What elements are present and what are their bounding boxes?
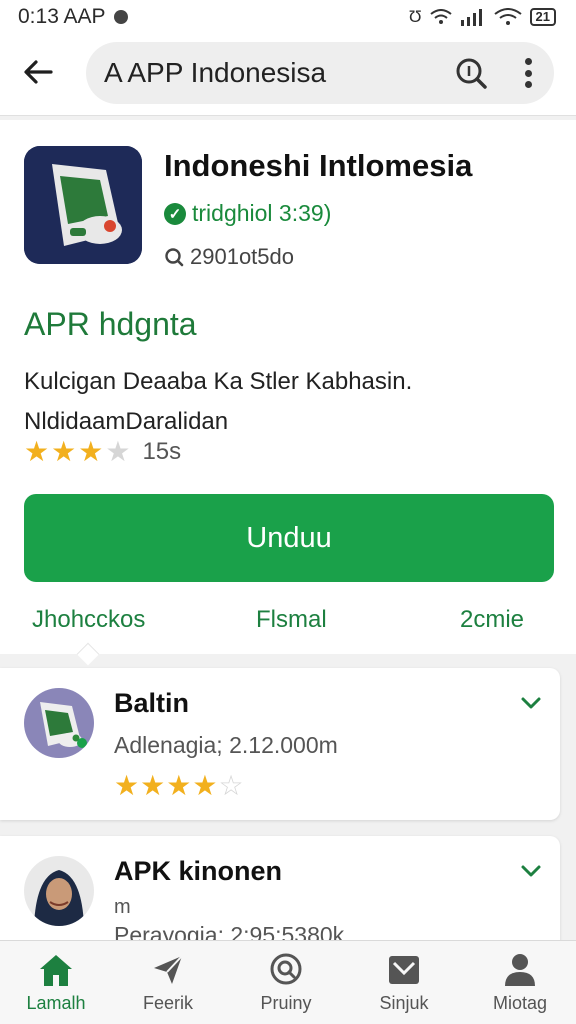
verified-row: ✓ tridghiol 3:39): [164, 200, 331, 227]
app-thumbnail-icon: [24, 688, 94, 758]
bottom-navigation: Lamalh Feerik Pruiny Sinjuk Miotag: [0, 940, 576, 1024]
tab-overview[interactable]: Jhohcckos: [32, 606, 145, 634]
star-filled-icon: ★: [140, 770, 166, 801]
desc-line-1: Kulcigan Deaaba Ka Stler Kabhasin.: [24, 368, 413, 395]
app-detail-card: Indoneshi Intlomesia ✓ tridghiol 3:39) 2…: [0, 120, 576, 654]
wifi-alt-icon: [493, 8, 522, 25]
status-right: Ʊ 21: [409, 7, 556, 27]
star-filled-icon: ★: [166, 770, 192, 801]
nav-inbox[interactable]: Sinjuk: [354, 951, 454, 1014]
star-filled-icon: ★: [24, 436, 50, 467]
nav-label: Sinjuk: [379, 993, 429, 1013]
signal-icon: [460, 9, 482, 26]
app-description: Kulcigan Deaaba Ka Stler Kabhasin. Nldid…: [24, 362, 554, 442]
developer-name[interactable]: tridghiol 3:39): [192, 200, 331, 227]
desc-line-2: NldidaamDaralidan: [24, 408, 229, 435]
tab-related[interactable]: 2cmie: [460, 606, 524, 634]
status-time: 0:13 AAP: [18, 5, 106, 28]
list-item-title: APK kinonen: [114, 856, 283, 886]
app-subtitle: APR hdgnta: [24, 306, 197, 342]
back-arrow-icon: [24, 60, 53, 84]
more-vert-icon[interactable]: [518, 54, 538, 92]
verified-check-icon: ✓: [164, 202, 186, 225]
wifi-icon: [429, 9, 452, 24]
search-bar[interactable]: A APP Indonesisa: [86, 42, 554, 104]
top-bar: A APP Indonesisa: [0, 34, 576, 116]
star-filled-icon: ★: [192, 770, 218, 801]
send-icon: [154, 955, 183, 984]
person-avatar-icon: [24, 856, 94, 926]
list-item[interactable]: APK kinonen m Perayogia: 2:95:5380k: [0, 836, 560, 956]
star-empty-icon: ☆: [218, 770, 244, 801]
app-icon[interactable]: [24, 146, 142, 264]
size-row: 2901ot5do: [164, 244, 294, 270]
download-button[interactable]: Unduu: [24, 494, 554, 582]
status-left: 0:13 AAP: [18, 5, 128, 29]
search-icon[interactable]: [454, 56, 488, 90]
nav-home[interactable]: Lamalh: [6, 951, 106, 1014]
status-symbol: Ʊ: [408, 7, 422, 26]
nav-label: Lamalh: [26, 993, 86, 1013]
status-bar: 0:13 AAP Ʊ 21: [0, 0, 576, 34]
back-button[interactable]: [18, 52, 58, 92]
battery-indicator: 21: [529, 8, 556, 26]
list-item[interactable]: Baltin Adlenagia; 2.12.000m ★ ★ ★ ★ ☆: [0, 668, 560, 820]
search-small-icon: [165, 248, 184, 267]
list-item-subtitle: Adlenagia; 2.12.000m: [114, 732, 338, 758]
notification-dot-icon: [113, 10, 128, 24]
nav-label: Feerik: [142, 993, 193, 1013]
app-title: Indoneshi Intlomesia: [164, 148, 473, 183]
tab-reviews[interactable]: Flsmal: [256, 606, 327, 634]
rating-row: ★ ★ ★ ★ 15s: [24, 438, 181, 466]
person-icon: [505, 954, 535, 986]
search-query: A APP Indonesisa: [104, 57, 327, 88]
nav-search[interactable]: Pruiny: [236, 951, 336, 1014]
nav-label: Pruiny: [260, 993, 312, 1013]
device-icon: [24, 146, 142, 264]
nav-feed[interactable]: Feerik: [118, 951, 218, 1014]
star-filled-icon: ★: [51, 436, 77, 467]
list-item-subtitle: m: [114, 896, 131, 918]
star-filled-icon: ★: [114, 770, 140, 801]
download-count: 2901ot5do: [190, 244, 294, 269]
nav-label: Miotag: [492, 993, 548, 1013]
star-empty-icon: ★: [105, 436, 131, 467]
list-item-title: Baltin: [114, 688, 190, 718]
list-item-rating: ★ ★ ★ ★ ☆: [114, 772, 244, 800]
avatar: [24, 688, 94, 758]
nav-profile[interactable]: Miotag: [470, 951, 570, 1014]
star-filled-icon: ★: [78, 436, 104, 467]
avatar: [24, 856, 94, 926]
chevron-down-icon[interactable]: [518, 858, 544, 884]
search-icon: [270, 953, 302, 985]
rating-count: 15s: [142, 438, 182, 465]
mail-icon: [389, 956, 419, 984]
chevron-down-icon[interactable]: [518, 690, 544, 716]
home-icon: [40, 955, 72, 986]
